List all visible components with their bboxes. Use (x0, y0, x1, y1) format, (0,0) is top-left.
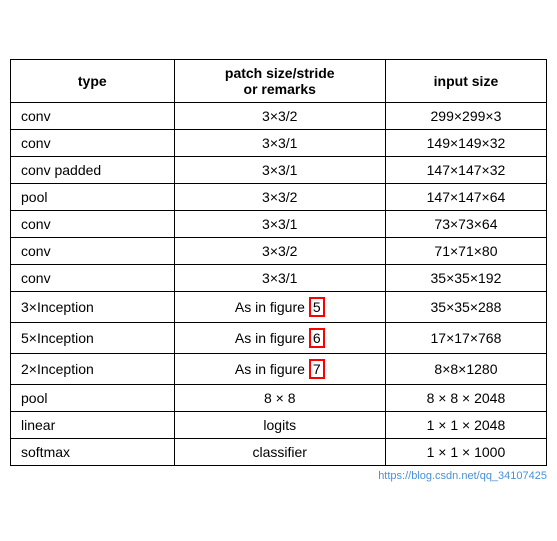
cell-patch: logits (174, 412, 385, 439)
table-row: linearlogits1 × 1 × 2048 (11, 412, 547, 439)
cell-input: 71×71×80 (385, 238, 546, 265)
cell-patch: classifier (174, 439, 385, 466)
highlighted-number: 5 (309, 297, 325, 317)
cell-patch: As in figure 5 (174, 292, 385, 323)
cell-input: 73×73×64 (385, 211, 546, 238)
cell-patch: As in figure 6 (174, 323, 385, 354)
cell-patch: As in figure 7 (174, 354, 385, 385)
table-row: 2×InceptionAs in figure 78×8×1280 (11, 354, 547, 385)
cell-patch: 3×3/1 (174, 130, 385, 157)
cell-patch: 3×3/1 (174, 157, 385, 184)
table-row: pool3×3/2147×147×64 (11, 184, 547, 211)
cell-type: 3×Inception (11, 292, 175, 323)
cell-type: conv (11, 130, 175, 157)
cell-type: conv (11, 265, 175, 292)
cell-type: conv padded (11, 157, 175, 184)
cell-patch: 3×3/2 (174, 103, 385, 130)
highlighted-number: 6 (309, 328, 325, 348)
cell-input: 147×147×64 (385, 184, 546, 211)
table-row: conv3×3/2299×299×3 (11, 103, 547, 130)
architecture-table: type patch size/stride or remarks input … (10, 59, 547, 466)
header-row: type patch size/stride or remarks input … (11, 60, 547, 103)
table-row: softmaxclassifier1 × 1 × 1000 (11, 439, 547, 466)
cell-input: 35×35×288 (385, 292, 546, 323)
cell-input: 299×299×3 (385, 103, 546, 130)
cell-type: pool (11, 184, 175, 211)
col-input: input size (385, 60, 546, 103)
cell-type: softmax (11, 439, 175, 466)
cell-patch: 3×3/1 (174, 211, 385, 238)
cell-input: 17×17×768 (385, 323, 546, 354)
cell-input: 35×35×192 (385, 265, 546, 292)
cell-input: 149×149×32 (385, 130, 546, 157)
cell-patch: 3×3/2 (174, 238, 385, 265)
highlighted-number: 7 (309, 359, 325, 379)
cell-input: 8×8×1280 (385, 354, 546, 385)
col-type: type (11, 60, 175, 103)
cell-type: 2×Inception (11, 354, 175, 385)
cell-patch: 3×3/2 (174, 184, 385, 211)
table-row: conv padded3×3/1147×147×32 (11, 157, 547, 184)
table-row: 3×InceptionAs in figure 535×35×288 (11, 292, 547, 323)
col-patch: patch size/stride or remarks (174, 60, 385, 103)
cell-type: conv (11, 238, 175, 265)
cell-type: pool (11, 385, 175, 412)
table-row: conv3×3/173×73×64 (11, 211, 547, 238)
cell-patch: 8 × 8 (174, 385, 385, 412)
cell-type: conv (11, 211, 175, 238)
table-row: conv3×3/135×35×192 (11, 265, 547, 292)
table-container: type patch size/stride or remarks input … (10, 59, 547, 482)
table-row: pool8 × 88 × 8 × 2048 (11, 385, 547, 412)
cell-patch: 3×3/1 (174, 265, 385, 292)
cell-input: 8 × 8 × 2048 (385, 385, 546, 412)
table-row: conv3×3/1149×149×32 (11, 130, 547, 157)
watermark: https://blog.csdn.net/qq_34107425 (10, 470, 547, 482)
cell-input: 1 × 1 × 2048 (385, 412, 546, 439)
cell-type: 5×Inception (11, 323, 175, 354)
table-row: conv3×3/271×71×80 (11, 238, 547, 265)
cell-input: 147×147×32 (385, 157, 546, 184)
table-row: 5×InceptionAs in figure 617×17×768 (11, 323, 547, 354)
cell-type: linear (11, 412, 175, 439)
cell-type: conv (11, 103, 175, 130)
cell-input: 1 × 1 × 1000 (385, 439, 546, 466)
